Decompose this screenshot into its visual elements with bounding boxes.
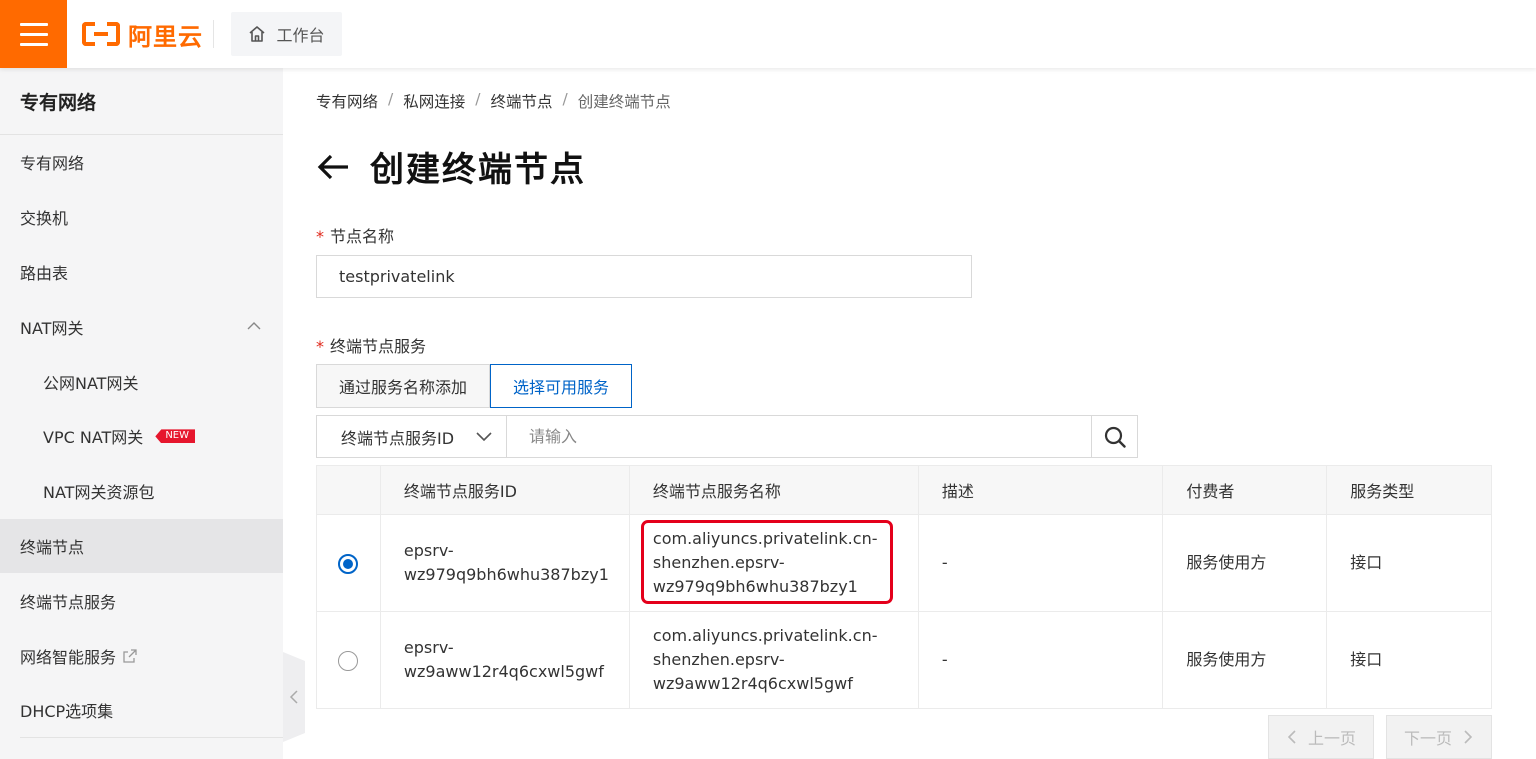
cell-payer: 服务使用方 <box>1162 611 1328 709</box>
divider <box>213 20 214 48</box>
header-service-type: 服务类型 <box>1326 465 1492 515</box>
prev-page-button[interactable]: 上一页 <box>1268 715 1374 759</box>
top-bar: 阿里云 工作台 <box>0 0 1536 68</box>
sidebar-item-nat-package[interactable]: NAT网关资源包 <box>0 464 283 519</box>
next-page-button[interactable]: 下一页 <box>1386 715 1492 759</box>
sidebar-item-nat-gateway[interactable]: NAT网关 <box>0 299 283 354</box>
endpoint-name-input[interactable] <box>316 255 972 298</box>
table-row[interactable]: epsrv-wz9aww12r4q6cxwl5gwf com.aliyuncs.… <box>316 611 1492 709</box>
sidebar-item-endpoint-service[interactable]: 终端节点服务 <box>0 573 283 628</box>
sidebar-item-vswitch[interactable]: 交换机 <box>0 190 283 245</box>
cell-service-name: com.aliyuncs.privatelink.cn-shenzhen.eps… <box>628 611 919 709</box>
search-input[interactable] <box>507 416 1091 457</box>
breadcrumb: 专有网络 / 私网连接 / 终端节点 / 创建终端节点 <box>316 90 671 112</box>
chevron-left-icon <box>289 690 298 704</box>
chevron-up-icon[interactable] <box>247 319 261 333</box>
search-button[interactable] <box>1091 416 1137 457</box>
sidebar-item-endpoint[interactable]: 终端节点 <box>0 518 283 574</box>
cell-service-id: epsrv-wz979q9bh6whu387bzy1 <box>379 514 630 612</box>
sidebar-item-network-intelligence[interactable]: 网络智能服务 <box>0 628 283 683</box>
row-radio-selected[interactable] <box>338 553 359 574</box>
cell-description: - <box>917 514 1164 612</box>
cell-service-id: epsrv-wz9aww12r4q6cxwl5gwf <box>379 611 630 709</box>
header-description: 描述 <box>917 465 1164 515</box>
table-header-row: 终端节点服务ID 终端节点服务名称 描述 付费者 服务类型 <box>316 465 1492 515</box>
table-row[interactable]: epsrv-wz979q9bh6whu387bzy1 com.aliyuncs.… <box>316 514 1492 612</box>
chevron-down-icon <box>476 431 492 441</box>
home-icon <box>249 26 266 42</box>
page-title: 创建终端节点 <box>370 150 586 190</box>
workbench-button[interactable]: 工作台 <box>231 12 342 56</box>
workbench-label: 工作台 <box>276 26 325 45</box>
sidebar-item-vpc[interactable]: 专有网络 <box>0 135 283 190</box>
sidebar-item-route-table[interactable]: 路由表 <box>0 245 283 300</box>
cell-description: - <box>917 611 1164 709</box>
cell-payer: 服务使用方 <box>1162 514 1328 612</box>
header-service-id: 终端节点服务ID <box>379 465 630 515</box>
search-icon <box>1104 426 1126 448</box>
breadcrumb-item-privatelink[interactable]: 私网连接 <box>403 90 465 112</box>
aliyun-logo[interactable]: 阿里云 <box>82 18 203 51</box>
chevron-left-icon <box>1287 730 1296 744</box>
aliyun-logo-icon <box>82 22 120 46</box>
chevron-right-icon <box>1464 730 1473 744</box>
logo-text: 阿里云 <box>128 22 203 51</box>
tab-add-by-name[interactable]: 通过服务名称添加 <box>316 364 491 408</box>
sidebar-item-dhcp[interactable]: DHCP选项集 <box>0 683 283 738</box>
name-label: * 节点名称 <box>316 227 395 246</box>
divider <box>20 737 283 738</box>
header-service-name: 终端节点服务名称 <box>628 465 919 515</box>
new-badge: NEW <box>155 429 195 444</box>
sidebar: 专有网络 专有网络 交换机 路由表 NAT网关 公网NAT网关 VPC NAT网… <box>0 68 283 759</box>
search-field-select[interactable]: 终端节点服务ID <box>317 416 507 457</box>
menu-icon[interactable] <box>0 0 67 68</box>
external-link-icon <box>123 648 137 663</box>
service-tabs: 通过服务名称添加 选择可用服务 <box>316 364 633 408</box>
row-radio[interactable] <box>338 650 359 671</box>
sidebar-title: 专有网络 <box>0 68 283 135</box>
service-search-bar: 终端节点服务ID <box>316 415 1138 458</box>
page-header: 创建终端节点 <box>316 142 586 191</box>
breadcrumb-item-vpc[interactable]: 专有网络 <box>316 90 378 112</box>
cell-service-name: com.aliyuncs.privatelink.cn-shenzhen.eps… <box>628 514 919 612</box>
service-table: 终端节点服务ID 终端节点服务名称 描述 付费者 服务类型 epsrv-wz97… <box>316 465 1492 709</box>
breadcrumb-item-endpoint[interactable]: 终端节点 <box>491 90 553 112</box>
breadcrumb-item-current: 创建终端节点 <box>577 93 671 111</box>
sidebar-item-public-nat[interactable]: 公网NAT网关 <box>0 354 283 409</box>
back-arrow-icon[interactable] <box>316 152 350 182</box>
sidebar-collapse-handle[interactable] <box>283 652 305 742</box>
main-content: 专有网络 / 私网连接 / 终端节点 / 创建终端节点 创建终端节点 * 节点名称… <box>316 68 1506 759</box>
cell-service-type: 接口 <box>1326 514 1492 612</box>
tab-select-available[interactable]: 选择可用服务 <box>490 364 633 408</box>
header-payer: 付费者 <box>1162 465 1328 515</box>
sidebar-item-vpc-nat[interactable]: VPC NAT网关 NEW <box>0 409 283 464</box>
cell-service-type: 接口 <box>1326 611 1492 709</box>
service-label: * 终端节点服务 <box>316 337 427 356</box>
header-select <box>316 465 381 515</box>
